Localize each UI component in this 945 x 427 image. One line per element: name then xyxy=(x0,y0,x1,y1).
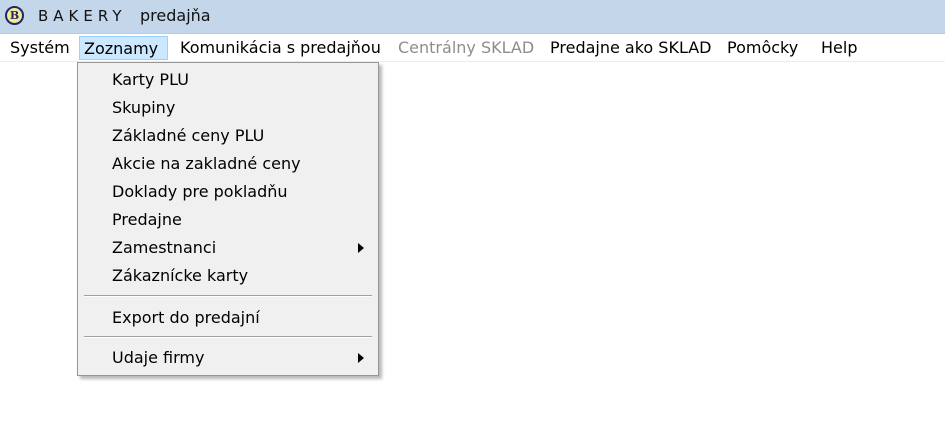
menu-komunikacia[interactable]: Komunikácia s predajňou xyxy=(176,36,384,60)
menu-item-skupiny[interactable]: Skupiny xyxy=(78,95,378,121)
menu-system[interactable]: Systém xyxy=(6,36,72,60)
menu-zoznamy[interactable]: Zoznamy xyxy=(79,36,168,60)
menu-separator xyxy=(84,336,372,338)
menu-centralny-sklad: Centrálny SKLAD xyxy=(398,38,535,57)
menu-bar: Systém Zoznamy Komunikácia s predajňou C… xyxy=(0,34,945,62)
menu-item-zakaznicke-karty[interactable]: Zákaznícke karty xyxy=(78,263,378,289)
menu-item-zakladne-ceny-plu[interactable]: Základné ceny PLU xyxy=(78,123,378,149)
menu-separator xyxy=(84,295,372,297)
submenu-arrow-icon xyxy=(358,243,364,253)
menu-item-akcie-na-zakladne-ceny[interactable]: Akcie na zakladné ceny xyxy=(78,151,378,177)
menu-item-predajne[interactable]: Predajne xyxy=(78,207,378,233)
menu-help[interactable]: Help xyxy=(817,36,865,60)
zoznamy-dropdown-menu: Karty PLU Skupiny Základné ceny PLU Akci… xyxy=(77,62,379,376)
submenu-arrow-icon xyxy=(358,353,364,363)
menu-pomocky[interactable]: Pomôcky xyxy=(723,36,807,60)
menu-item-udaje-firmy[interactable]: Udaje firmy xyxy=(78,345,378,371)
app-logo-icon[interactable]: B xyxy=(5,6,24,25)
menu-item-zamestnanci[interactable]: Zamestnanci xyxy=(78,235,378,261)
title-bar[interactable]: B BAKERY predajňa xyxy=(0,0,945,34)
menu-item-karty-plu[interactable]: Karty PLU xyxy=(78,67,378,93)
menu-item-doklady-pre-pokladnu[interactable]: Doklady pre pokladňu xyxy=(78,179,378,205)
menu-item-export-do-predajni[interactable]: Export do predajní xyxy=(78,305,378,331)
window-title: predajňa xyxy=(140,6,211,25)
menu-predajne-ako-sklad[interactable]: Predajne ako SKLAD xyxy=(546,36,714,60)
app-name: BAKERY xyxy=(38,7,127,25)
